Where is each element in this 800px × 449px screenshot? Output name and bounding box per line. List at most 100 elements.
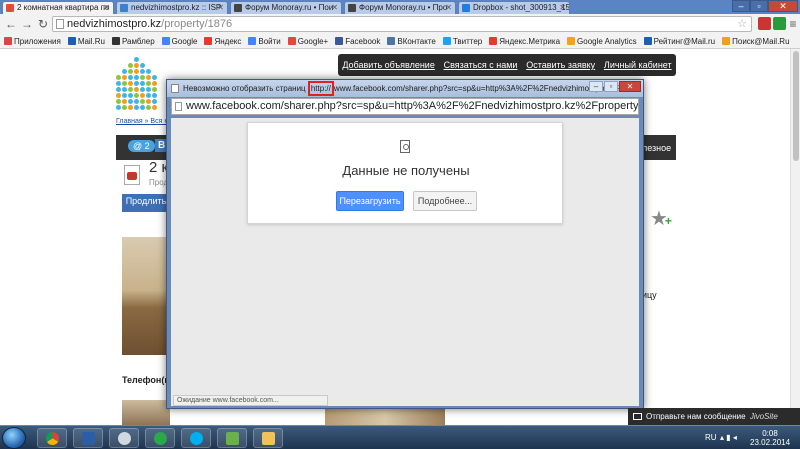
taskbar-explorer[interactable] — [253, 428, 283, 448]
side-text: ицу — [642, 290, 657, 300]
popup-minimize-button[interactable]: – — [589, 81, 603, 92]
logo-dot — [140, 87, 145, 92]
logo-dot — [128, 99, 133, 104]
bookmark-item[interactable]: Рейтинг@Mail.ru — [643, 37, 715, 46]
tab-1[interactable]: nedvizhimostpro.kz :: ISP ✕ — [116, 1, 228, 14]
nav-account[interactable]: Личный кабинет — [604, 60, 672, 70]
bookmark-item[interactable]: Яндекс — [204, 37, 241, 46]
logo-dot — [140, 75, 145, 80]
bookmark-item[interactable]: Поиск@Mail.Ru — [722, 37, 790, 46]
extension-icon[interactable] — [773, 17, 786, 30]
bookmark-item[interactable]: Google+ — [287, 37, 328, 46]
bookmark-item[interactable]: Приложения — [4, 37, 61, 46]
logo-dot — [128, 93, 133, 98]
clock[interactable]: 0:08 23.02.2014 — [750, 429, 790, 447]
logo-dot — [122, 87, 127, 92]
bookmark-star-icon[interactable]: ☆ — [737, 17, 747, 31]
bookmark-item[interactable]: Твиттер — [442, 37, 482, 46]
language-indicator[interactable]: RU — [705, 433, 717, 442]
tab-strip: 2 комнатная квартира по ✕ nedvizhimostpr… — [0, 0, 800, 14]
popup-maximize-button[interactable]: ▫ — [604, 81, 618, 92]
logo-dot — [128, 105, 133, 110]
reload-button[interactable]: Перезагрузить — [336, 191, 404, 211]
taskbar-mail-agent[interactable] — [145, 428, 175, 448]
tab-label: Форум Monoray.ru • Пои — [245, 3, 334, 12]
nav-add-listing[interactable]: Добавить объявление — [342, 60, 434, 70]
nav-contact[interactable]: Связаться с нами — [444, 60, 518, 70]
adobe-extension-icon[interactable] — [758, 17, 771, 30]
page-scrollbar[interactable] — [790, 49, 800, 425]
tab-favicon-icon — [6, 4, 14, 12]
logo-dot — [134, 69, 139, 74]
logo-dot — [152, 105, 157, 110]
bookmark-item[interactable]: Mail.Ru — [67, 37, 105, 46]
tab-close-icon[interactable]: ✕ — [445, 2, 452, 13]
tab-4[interactable]: Dropbox - shot_300913_15 ✕ — [458, 1, 570, 14]
mail-count-badge[interactable]: @ 2 — [128, 140, 155, 152]
bookmark-item[interactable]: Войти — [248, 37, 281, 46]
scrollbar-thumb[interactable] — [793, 51, 799, 161]
popup-title-prefix: Невозможно отобразить страниц — [183, 84, 306, 93]
url-path: /property/1876 — [161, 18, 233, 30]
bookmark-item[interactable]: ВКонтакте — [387, 37, 436, 46]
bookmark-item[interactable]: Facebook — [335, 37, 380, 46]
taskbar-skype[interactable] — [181, 428, 211, 448]
tab-label: 2 комнатная квартира по — [17, 3, 110, 12]
extend-button[interactable]: Продлить — [122, 194, 170, 208]
start-button[interactable] — [2, 427, 26, 449]
logo-dot — [116, 99, 121, 104]
popup-address-bar[interactable]: www.facebook.com/sharer.php?src=sp&u=htt… — [171, 98, 639, 115]
popup-title-bar[interactable]: Невозможно отобразить страниц http://www… — [167, 80, 643, 97]
tab-3[interactable]: Форум Monoray.ru • Про ✕ — [344, 1, 456, 14]
highlighted-protocol: http:// — [307, 81, 334, 96]
details-button[interactable]: Подробнее... — [413, 191, 477, 211]
logo-dot — [128, 63, 133, 68]
back-arrow-icon[interactable]: ← — [4, 17, 18, 31]
logo-dot — [116, 87, 121, 92]
site-logo[interactable] — [116, 57, 157, 110]
bookmark-item[interactable]: Рамблер — [111, 37, 155, 46]
taskbar-chart-app[interactable] — [217, 428, 247, 448]
yandex-icon — [204, 37, 213, 45]
tray-icons[interactable]: ▴ ▮ ◂ — [720, 433, 737, 442]
taskbar-security[interactable] — [109, 428, 139, 448]
phone-label: Телефон(ы — [122, 375, 173, 385]
menu-icon[interactable]: ≡ — [786, 17, 800, 31]
close-window-button[interactable]: ✕ — [768, 0, 798, 12]
chat-widget[interactable]: Отправьте нам сообщение JivoSite — [628, 408, 800, 425]
taskbar-chrome[interactable] — [37, 428, 67, 448]
page-icon — [56, 19, 64, 29]
forward-arrow-icon[interactable]: → — [20, 17, 34, 31]
taskbar-save[interactable] — [73, 428, 103, 448]
logo-dot — [152, 81, 157, 86]
useful-link[interactable]: лезное — [642, 143, 671, 153]
url-host: nedvizhimostpro.kz — [67, 18, 162, 30]
bookmark-item[interactable]: Google — [161, 37, 197, 46]
logo-dot — [146, 87, 151, 92]
logo-dot — [140, 93, 145, 98]
tab-favicon-icon — [462, 4, 470, 12]
tab-close-icon[interactable]: ✕ — [103, 2, 110, 13]
minimize-button[interactable]: – — [732, 0, 750, 12]
reload-icon[interactable]: ↻ — [36, 17, 50, 31]
tab-0[interactable]: 2 комнатная квартира по ✕ — [2, 1, 114, 14]
tab-close-icon[interactable]: ✕ — [559, 2, 566, 13]
listing-photo[interactable] — [122, 400, 170, 425]
logo-dot — [140, 69, 145, 74]
tab-close-icon[interactable]: ✕ — [217, 2, 224, 13]
tab-close-icon[interactable]: ✕ — [331, 2, 338, 13]
tab-2[interactable]: Форум Monoray.ru • Пои ✕ — [230, 1, 342, 14]
bookmark-item[interactable]: Яндекс.Метрика — [489, 37, 560, 46]
maximize-button[interactable]: ▫ — [750, 0, 768, 12]
nav-request[interactable]: Оставить заявку — [526, 60, 595, 70]
error-card: Данные не получены Перезагрузить Подробн… — [247, 122, 563, 224]
logo-dot — [134, 93, 139, 98]
listing-photo[interactable] — [122, 237, 170, 355]
logo-dot — [128, 87, 133, 92]
pdf-icon[interactable] — [124, 165, 140, 185]
add-favorite-star-icon[interactable]: ★ + — [650, 209, 672, 229]
popup-close-button[interactable]: ✕ — [619, 81, 641, 92]
address-bar[interactable]: nedvizhimostpro.kz/property/1876 ☆ — [52, 16, 752, 32]
window-controls: – ▫ ✕ — [732, 0, 798, 12]
bookmark-item[interactable]: Google Analytics — [567, 37, 637, 46]
